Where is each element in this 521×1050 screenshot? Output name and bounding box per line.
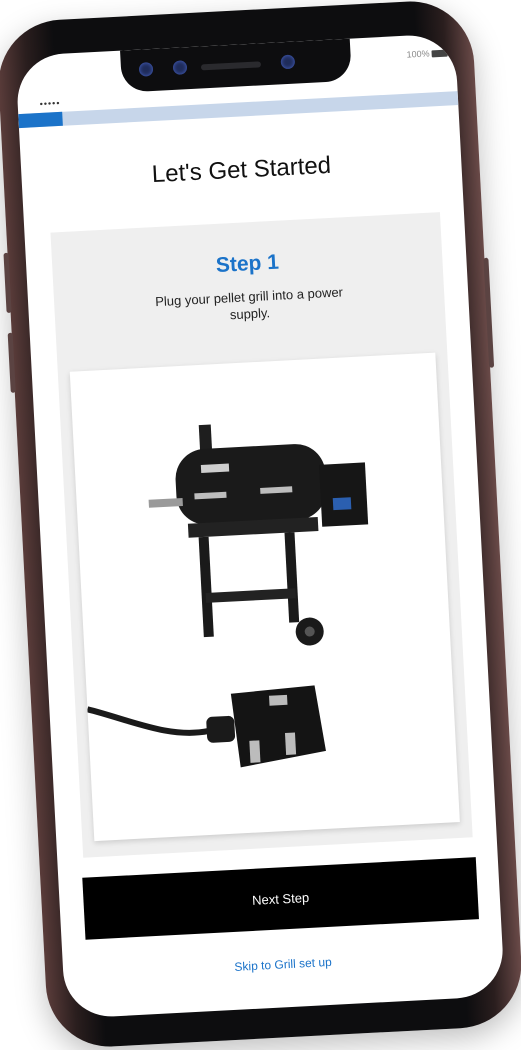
signal-indicator: ••••• [39, 97, 61, 109]
skip-to-grill-setup-link[interactable]: Skip to Grill set up [63, 946, 503, 983]
phone-frame: ••••• 100% Let's Get Started Step 1 Plug… [0, 0, 521, 1050]
sensor-icon [172, 60, 188, 75]
battery-icon [431, 49, 448, 58]
app-screen: ••••• 100% Let's Get Started Step 1 Plug… [15, 33, 506, 1019]
step-panel: Step 1 Plug your pellet grill into a pow… [50, 212, 473, 858]
page-title: Let's Get Started [151, 151, 332, 189]
battery-percentage: 100% [406, 48, 430, 60]
phone-side-button [7, 332, 16, 393]
phone-power-button [483, 257, 495, 368]
earpiece-speaker [200, 61, 262, 71]
setup-progress-bar [18, 91, 459, 129]
phone-side-button [3, 252, 12, 313]
pellet-hopper [318, 462, 369, 527]
grill-leg [284, 532, 300, 623]
step-instruction: Plug your pellet grill into a power supp… [154, 284, 344, 323]
grill-leg [198, 536, 214, 638]
grill-badge [200, 463, 230, 474]
pellet-grill-illustration [86, 424, 369, 768]
side-shelf [148, 498, 183, 508]
phone-notch [120, 38, 352, 93]
grill-barrel [175, 444, 327, 525]
setup-progress-fill [18, 111, 63, 129]
front-camera-icon [280, 54, 296, 70]
step-image-card [69, 352, 460, 842]
step-heading: Step 1 [215, 250, 280, 277]
front-camera-icon [138, 61, 154, 77]
power-cable [86, 706, 210, 736]
next-step-button[interactable]: Next Step [82, 857, 479, 940]
